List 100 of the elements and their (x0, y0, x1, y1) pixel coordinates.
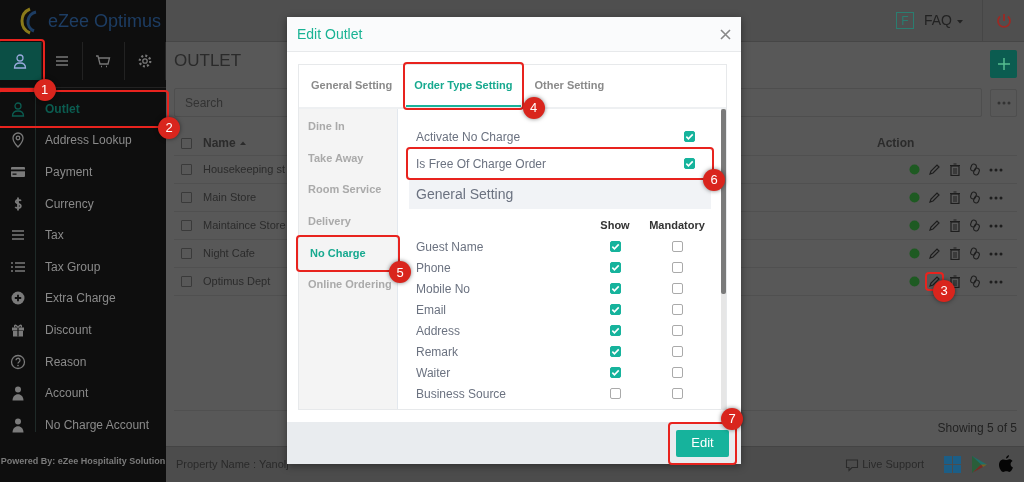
more-icon[interactable] (989, 195, 1003, 200)
callout-badge: 6 (703, 169, 725, 191)
link-icon[interactable] (969, 275, 981, 288)
tab[interactable]: Order Type Setting (406, 65, 521, 107)
field-label: Business Source (415, 385, 508, 403)
order-type-item[interactable]: Take Away (299, 142, 397, 175)
user-icon (12, 53, 29, 69)
callout-badge: 7 (721, 407, 743, 430)
play-store-icon[interactable] (971, 455, 988, 474)
sidebar-item[interactable]: Extra Charge (0, 282, 166, 315)
add-button[interactable] (990, 50, 1017, 78)
powered-by-text: Powered By: eZee Hospitality Solution (0, 455, 166, 469)
checkbox[interactable] (181, 164, 192, 175)
column-header: Mandatory (648, 218, 706, 234)
checkbox[interactable] (671, 367, 683, 378)
more-icon[interactable] (989, 251, 1003, 256)
pencil-icon[interactable] (928, 247, 941, 260)
pencil-icon[interactable] (928, 275, 941, 288)
checkbox[interactable] (181, 137, 192, 149)
order-type-item[interactable]: Room Service (299, 174, 397, 207)
trash-icon[interactable] (949, 191, 961, 204)
checkbox[interactable] (609, 367, 621, 378)
trash-icon[interactable] (949, 247, 961, 260)
checkbox[interactable] (609, 283, 621, 294)
checkbox[interactable] (609, 388, 621, 399)
modal-title: Edit Outlet (297, 25, 363, 43)
sidebar-item[interactable]: Payment (0, 156, 166, 188)
more-icon[interactable] (989, 167, 1003, 172)
checkbox[interactable] (181, 248, 192, 259)
sidebar-item[interactable]: Discount (0, 314, 166, 346)
field-label: Phone (415, 259, 452, 277)
checkbox[interactable] (671, 304, 683, 315)
user-icon (10, 385, 26, 402)
callout-badge: 2 (158, 116, 180, 139)
edit-button[interactable]: Edit (676, 429, 729, 457)
checkbox[interactable] (671, 325, 683, 336)
sort-icon[interactable] (238, 139, 247, 147)
sidebar-item[interactable]: Tax Group (0, 250, 166, 283)
link-icon[interactable] (969, 163, 981, 176)
tab[interactable]: General Setting (303, 65, 401, 107)
field-label: Email (415, 301, 447, 319)
callout-badge: 4 (522, 97, 545, 119)
field-label: Address (415, 322, 462, 340)
link-icon[interactable] (969, 247, 981, 260)
checkbox[interactable] (609, 325, 621, 336)
checkbox[interactable] (671, 388, 683, 399)
scrollbar[interactable] (721, 109, 726, 409)
link-icon[interactable] (969, 191, 981, 204)
pencil-icon[interactable] (928, 191, 941, 204)
close-button[interactable] (720, 28, 731, 40)
sidebar-tab[interactable] (0, 42, 42, 80)
status-dot-icon (909, 164, 920, 175)
trash-icon[interactable] (949, 163, 961, 176)
checkbox[interactable] (671, 283, 683, 294)
link-icon[interactable] (969, 219, 981, 232)
trash-icon[interactable] (949, 219, 961, 232)
option-label: Is Free Of Charge Order (416, 155, 547, 173)
help-icon (10, 353, 26, 370)
status-dot-icon (909, 192, 920, 203)
checkbox[interactable] (609, 262, 621, 273)
checkbox[interactable] (181, 220, 192, 231)
section-header: General Setting (409, 180, 711, 209)
user-icon (10, 100, 26, 117)
order-type-item[interactable]: Delivery (299, 206, 397, 238)
more-icon[interactable] (989, 279, 1003, 284)
pencil-icon[interactable] (928, 219, 941, 232)
logo-text: eZee Optimus (48, 9, 162, 33)
location-pin-icon (10, 132, 26, 149)
settings-icon (136, 53, 153, 69)
more-button[interactable] (990, 88, 1017, 117)
more-icon (996, 100, 1011, 105)
checkbox[interactable] (609, 241, 621, 252)
apple-icon[interactable] (998, 455, 1014, 474)
windows-icon[interactable] (944, 456, 961, 473)
trash-icon[interactable] (949, 275, 961, 288)
sidebar-item[interactable]: Reason (0, 345, 166, 378)
checkbox[interactable] (671, 262, 683, 273)
sidebar-item[interactable]: Account (0, 377, 166, 409)
sidebar-item[interactable]: No Charge Account (0, 408, 166, 441)
checkbox[interactable] (609, 304, 621, 315)
checkbox[interactable] (684, 158, 695, 169)
more-icon[interactable] (989, 223, 1003, 228)
sidebar-item[interactable]: Tax (0, 219, 166, 251)
column-header: Show (599, 218, 631, 234)
field-label: Waiter (415, 364, 452, 382)
status-dot-icon (909, 276, 920, 287)
option-label: Activate No Charge (416, 128, 521, 146)
checkbox[interactable] (181, 276, 192, 287)
order-type-item[interactable]: Dine In (299, 111, 397, 143)
checkbox[interactable] (684, 131, 695, 142)
field-label: Remark (415, 343, 459, 361)
sidebar-item[interactable]: Currency (0, 187, 166, 220)
sidebar-item[interactable]: Outlet (0, 93, 166, 125)
cart-icon (95, 53, 112, 69)
checkbox[interactable] (671, 346, 683, 357)
pencil-icon[interactable] (928, 163, 941, 176)
field-label: Guest Name (415, 238, 485, 256)
checkbox[interactable] (609, 346, 621, 357)
checkbox[interactable] (181, 192, 192, 203)
checkbox[interactable] (671, 241, 683, 252)
